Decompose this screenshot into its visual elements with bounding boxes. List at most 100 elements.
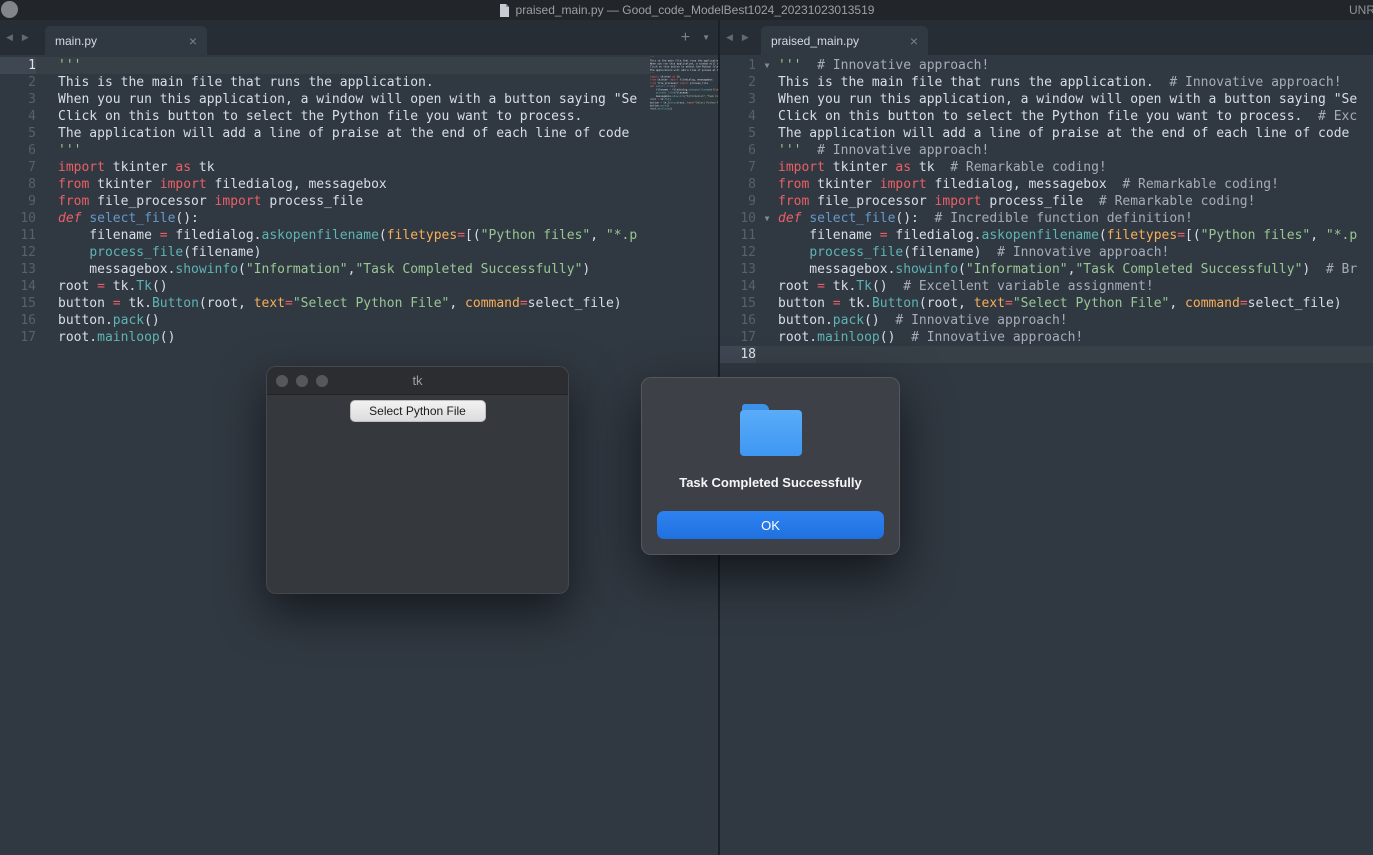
code-line-13[interactable]: 13 messagebox.showinfo("Information","Ta… xyxy=(0,261,718,278)
code-line-10[interactable]: 10▼def select_file(): # Incredible funct… xyxy=(720,210,1373,227)
line-number: 6 xyxy=(720,142,756,159)
tab-close-icon[interactable]: × xyxy=(189,33,197,49)
code-line-14[interactable]: 14root = tk.Tk() xyxy=(0,278,718,295)
code-line-12[interactable]: 12 process_file(filename) # Innovative a… xyxy=(720,244,1373,261)
line-number: 15 xyxy=(720,295,756,312)
code-text: import tkinter as tk # Remarkable coding… xyxy=(778,159,1107,176)
code-line-5[interactable]: 5The application will add a line of prai… xyxy=(720,125,1373,142)
tab-overflow-icon[interactable]: ▼ xyxy=(702,33,710,42)
code-line-15[interactable]: 15button = tk.Button(root, text="Select … xyxy=(0,295,718,312)
close-traffic-light[interactable] xyxy=(276,375,288,387)
code-text: from file_processor import process_file xyxy=(58,193,363,210)
tk-titlebar[interactable]: tk xyxy=(267,367,568,395)
ok-button[interactable]: OK xyxy=(657,511,884,539)
code-text: The application will add a line of prais… xyxy=(650,69,718,72)
code-line-5[interactable]: 5The application will add a line of prai… xyxy=(0,125,718,142)
code-line-14[interactable]: 14 root = tk.Tk() # Excellent variable as… xyxy=(720,278,1373,295)
code-line-2[interactable]: 2This is the main file that runs the app… xyxy=(720,74,1373,91)
tab-nav-forward-icon[interactable]: ▶ xyxy=(742,32,749,43)
code-line-4[interactable]: 4Click on this button to select the Pyth… xyxy=(0,108,718,125)
line-number: 18 xyxy=(720,346,756,363)
fold-arrow-icon[interactable]: ▼ xyxy=(756,57,778,74)
code-text: from tkinter import filedialog, messageb… xyxy=(58,176,387,193)
fold-arrow-icon[interactable]: ▼ xyxy=(756,210,778,227)
code-text: filename = filedialog.askopenfilename(fi… xyxy=(778,227,1357,244)
tab-main-py[interactable]: main.py × xyxy=(45,26,207,55)
titlebar[interactable]: praised_main.py — Good_code_ModelBest102… xyxy=(0,0,1373,20)
fold-space xyxy=(36,227,58,244)
minimize-traffic-light[interactable] xyxy=(296,375,308,387)
code-line-18[interactable]: 18 xyxy=(720,346,1373,363)
code-line-11[interactable]: 11 filename = filedialog.askopenfilename… xyxy=(0,227,718,244)
code-line-12[interactable]: 12 process_file(filename) xyxy=(0,244,718,261)
line-number: 6 xyxy=(0,142,36,159)
dialog-message: Task Completed Successfully xyxy=(642,475,899,490)
code-line-9[interactable]: 9from file_processor import process_file xyxy=(0,193,718,210)
code-line-3[interactable]: 3When you run this application, a window… xyxy=(720,91,1373,108)
code-text: messagebox.showinfo("Information","Task … xyxy=(58,261,590,278)
fold-space xyxy=(756,159,778,176)
code-text: This is the main file that runs the appl… xyxy=(778,74,1342,91)
code-line-16[interactable]: 16button.pack() # Innovative approach! xyxy=(720,312,1373,329)
tab-bar: ◀ ▶ main.py × + ▼ ◀ ▶ praised_main.py × xyxy=(0,20,1373,55)
code-line-7[interactable]: 7import tkinter as tk xyxy=(0,159,718,176)
folder-icon-body xyxy=(740,410,802,456)
code-line-1[interactable]: 1''' xyxy=(0,57,718,74)
code-area-right[interactable]: 1▼''' # Innovative approach!2This is the… xyxy=(720,55,1373,363)
fold-space xyxy=(756,278,778,295)
code-line-13[interactable]: 13 messagebox.showinfo("Information","Ta… xyxy=(720,261,1373,278)
code-area-left[interactable]: 1'''2This is the main file that runs the… xyxy=(0,55,718,346)
code-text: The application will add a line of prais… xyxy=(778,125,1349,142)
code-text: filename = filedialog.askopenfilename(fi… xyxy=(58,227,637,244)
code-line-16[interactable]: 16button.pack() xyxy=(0,312,718,329)
fold-space xyxy=(756,346,778,363)
fold-space xyxy=(756,108,778,125)
code-line-3[interactable]: 3When you run this application, a window… xyxy=(0,91,718,108)
code-text: root = tk.Tk() # Excellent variable assi… xyxy=(778,278,1154,295)
code-text: root.mainloop() xyxy=(58,329,175,346)
tk-window-body: Select Python File xyxy=(267,395,568,593)
code-text: process_file(filename) # Innovative appr… xyxy=(778,244,1169,261)
tab-group-right: ◀ ▶ praised_main.py × xyxy=(720,20,1373,55)
new-tab-icon[interactable]: + xyxy=(681,29,690,47)
select-python-file-button[interactable]: Select Python File xyxy=(350,400,486,422)
code-line-8[interactable]: 8from tkinter import filedialog, message… xyxy=(0,176,718,193)
code-line-4[interactable]: 4Click on this button to select the Pyth… xyxy=(720,108,1373,125)
line-number: 8 xyxy=(720,176,756,193)
fold-space xyxy=(756,312,778,329)
code-line-17[interactable]: 17root.mainloop() # Innovative approach! xyxy=(720,329,1373,346)
code-line-2[interactable]: 2This is the main file that runs the app… xyxy=(0,74,718,91)
line-number: 11 xyxy=(720,227,756,244)
line-number: 12 xyxy=(720,244,756,261)
line-number: 9 xyxy=(720,193,756,210)
line-number: 12 xyxy=(0,244,36,261)
fold-space xyxy=(36,193,58,210)
line-number: 14 xyxy=(720,278,756,295)
code-line-8[interactable]: 8from tkinter import filedialog, message… xyxy=(720,176,1373,193)
line-number: 3 xyxy=(720,91,756,108)
tk-window[interactable]: tk Select Python File xyxy=(266,366,569,594)
tab-nav-forward-icon[interactable]: ▶ xyxy=(22,32,29,43)
code-line-10[interactable]: 10def select_file(): xyxy=(0,210,718,227)
tab-praised-main-py[interactable]: praised_main.py × xyxy=(761,26,928,55)
fold-space xyxy=(756,295,778,312)
code-line-11[interactable]: 11 filename = filedialog.askopenfilename… xyxy=(720,227,1373,244)
info-dialog[interactable]: Task Completed Successfully OK xyxy=(641,377,900,555)
code-text: ''' # Innovative approach! xyxy=(778,57,989,74)
code-line-1[interactable]: 1▼''' # Innovative approach! xyxy=(720,57,1373,74)
zoom-traffic-light[interactable] xyxy=(316,375,328,387)
fold-space xyxy=(36,261,58,278)
tab-label: praised_main.py xyxy=(771,34,902,48)
code-line-7[interactable]: 7import tkinter as tk # Remarkable codin… xyxy=(720,159,1373,176)
code-line-6[interactable]: 6''' xyxy=(0,142,718,159)
tab-close-icon[interactable]: × xyxy=(910,33,918,49)
code-line-9[interactable]: 9from file_processor import process_file… xyxy=(720,193,1373,210)
code-line-17[interactable]: 17root.mainloop() xyxy=(0,329,718,346)
line-number: 17 xyxy=(720,329,756,346)
fold-space xyxy=(756,261,778,278)
tab-nav-back-icon[interactable]: ◀ xyxy=(726,32,733,43)
tab-nav-back-icon[interactable]: ◀ xyxy=(6,32,13,43)
fold-space xyxy=(36,91,58,108)
code-line-15[interactable]: 15button = tk.Button(root, text="Select … xyxy=(720,295,1373,312)
code-line-6[interactable]: 6''' # Innovative approach! xyxy=(720,142,1373,159)
